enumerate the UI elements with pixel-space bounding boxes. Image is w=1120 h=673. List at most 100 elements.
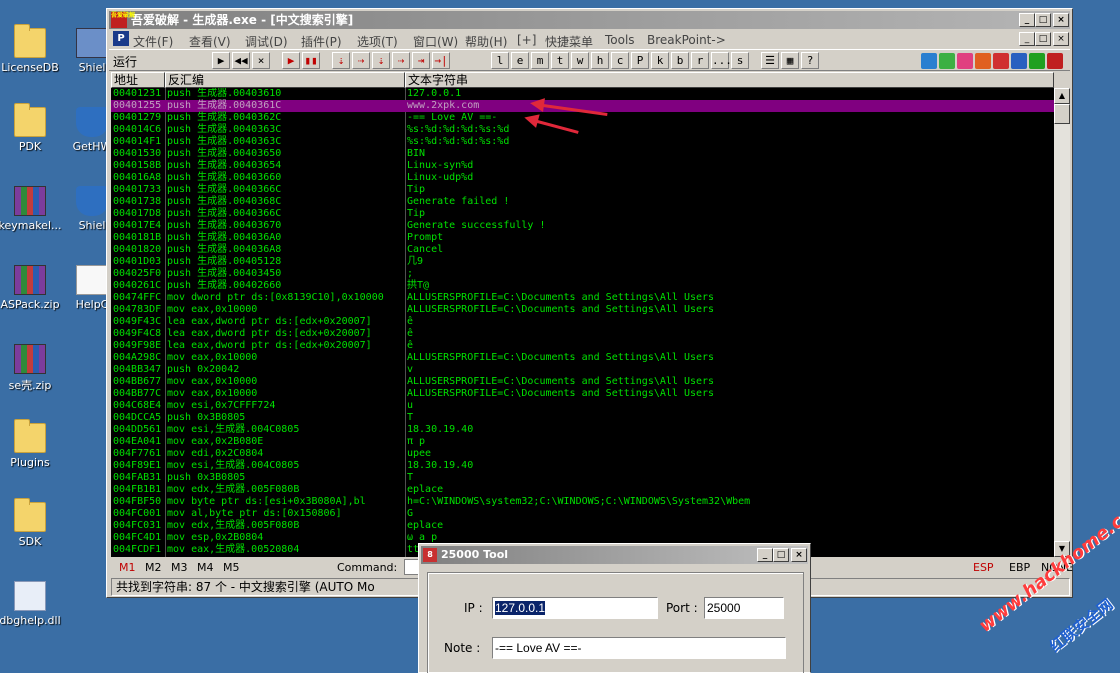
table-row[interactable]: 00401738 push 生成器.0040368C Generate faile…: [111, 196, 1054, 208]
step-over-button[interactable]: ⇢: [352, 52, 370, 69]
menu-item[interactable]: 查看(V): [189, 33, 231, 50]
table-row[interactable]: 0049F4C8 lea eax,dword ptr ds:[edx+0x2000…: [111, 328, 1054, 340]
plugin-8-icon[interactable]: [1047, 53, 1063, 69]
pause-button[interactable]: ▮▮: [302, 52, 320, 69]
desktop-icon[interactable]: SDK: [0, 498, 62, 548]
dialog-title-bar[interactable]: 8 25000 Tool _ □ ×: [421, 546, 808, 564]
cpu-button[interactable]: c: [611, 52, 629, 69]
column-header[interactable]: 文本字符串: [405, 72, 1054, 88]
menu-app-icon[interactable]: P: [113, 31, 129, 46]
view-list-button[interactable]: ☰: [761, 52, 779, 69]
mdi-minimize-button[interactable]: _: [1019, 32, 1035, 46]
desktop-icon[interactable]: PDK: [0, 103, 62, 153]
title-bar[interactable]: 吾爱破解 吾爱破解 - 生成器.exe - [中文搜索引擎] _ □ ×: [109, 11, 1070, 29]
table-row[interactable]: 004FAB31 push 0x3B0805 T: [111, 472, 1054, 484]
desktop-icon[interactable]: Plugins: [0, 419, 62, 469]
plugin-1-icon[interactable]: [921, 53, 937, 69]
desktop-icon[interactable]: ASPack.zip: [0, 265, 62, 311]
table-row[interactable]: 004BB77C mov eax,0x10000 ALLUSERSPROFILE=C…: [111, 388, 1054, 400]
close-window-button[interactable]: ×: [1053, 13, 1069, 27]
table-row[interactable]: 004FC031 mov edx,生成器.005F080B eplace: [111, 520, 1054, 532]
table-row[interactable]: 00401733 push 生成器.0040366C Tip: [111, 184, 1054, 196]
minimize-button[interactable]: _: [1019, 13, 1035, 27]
source-button[interactable]: s: [731, 52, 749, 69]
table-row[interactable]: 0040158B push 生成器.00403654 Linux-syn%d: [111, 160, 1054, 172]
menu-item[interactable]: 插件(P): [301, 33, 342, 50]
desktop-icon[interactable]: LicenseDB: [0, 24, 62, 74]
m3-tab[interactable]: M3: [171, 561, 188, 574]
ip-input[interactable]: 127.0.0.1: [492, 597, 658, 619]
menu-item[interactable]: BreakPoint->: [647, 33, 726, 47]
call-stack-button[interactable]: k: [651, 52, 669, 69]
mdi-close-button[interactable]: ×: [1053, 32, 1069, 46]
port-input[interactable]: 25000: [704, 597, 784, 619]
esp-label[interactable]: ESP: [973, 561, 994, 574]
desktop-icon[interactable]: dbghelp.dll: [0, 581, 62, 627]
table-row[interactable]: 004F7761 mov edi,0x2C0804 upee: [111, 448, 1054, 460]
trace-into-button[interactable]: ⇣: [372, 52, 390, 69]
menu-item[interactable]: 快捷菜单: [545, 33, 593, 50]
scroll-up-arrow-icon[interactable]: ▲: [1054, 88, 1070, 104]
table-row[interactable]: 004014F1 push 生成器.0040363C %s:%d:%d:%d:%s:…: [111, 136, 1054, 148]
dialog-close-button[interactable]: ×: [791, 548, 807, 562]
note-input[interactable]: -== Love AV ==-: [492, 637, 786, 659]
table-row[interactable]: 004DD561 mov esi,生成器.004C0805 18.30.19.40: [111, 424, 1054, 436]
menu-item[interactable]: 窗口(W): [413, 33, 458, 50]
column-header[interactable]: 反汇编: [165, 72, 405, 88]
run-button[interactable]: ▶: [282, 52, 300, 69]
m1-tab[interactable]: M1: [119, 561, 136, 574]
table-row[interactable]: 00401279 push 生成器.0040362C -== Love AV ==-: [111, 112, 1054, 124]
table-row[interactable]: 0040261C push 生成器.00402660 拱T@: [111, 280, 1054, 292]
table-row[interactable]: 004FBF50 mov byte ptr ds:[esi+0x3B080A],b…: [111, 496, 1054, 508]
table-row[interactable]: 004017E4 push 生成器.00403670 Generate succe…: [111, 220, 1054, 232]
table-row[interactable]: 004BB677 mov eax,0x10000 ALLUSERSPROFILE=C…: [111, 376, 1054, 388]
close-button[interactable]: ×: [252, 52, 270, 69]
table-row[interactable]: 004F89E1 mov esi,生成器.004C0805 18.30.19.40: [111, 460, 1054, 472]
desktop-icon[interactable]: se壳.zip: [0, 344, 62, 393]
menu-item[interactable]: [+]: [517, 33, 536, 47]
table-row[interactable]: 004016A8 push 生成器.00403660 Linux-udp%d: [111, 172, 1054, 184]
table-row[interactable]: 004017D8 push 生成器.0040366C Tip: [111, 208, 1054, 220]
m5-tab[interactable]: M5: [223, 561, 240, 574]
maximize-button[interactable]: □: [1035, 13, 1051, 27]
vertical-scrollbar[interactable]: ▲ ▼: [1054, 88, 1070, 557]
goto-button[interactable]: →|: [432, 52, 450, 69]
help-button[interactable]: ?: [801, 52, 819, 69]
trace-over-button[interactable]: ⇢: [392, 52, 410, 69]
breakpoints-button[interactable]: b: [671, 52, 689, 69]
table-row[interactable]: 004EA041 mov eax,0x2B080E π p: [111, 436, 1054, 448]
plugin-4-icon[interactable]: [975, 53, 991, 69]
table-row[interactable]: 00474FFC mov dword ptr ds:[0x8139C10],0x1…: [111, 292, 1054, 304]
plugin-7-icon[interactable]: [1029, 53, 1045, 69]
memory-button[interactable]: m: [531, 52, 549, 69]
step-into-button[interactable]: ⇣: [332, 52, 350, 69]
patches-button[interactable]: P: [631, 52, 649, 69]
plugin-3-icon[interactable]: [957, 53, 973, 69]
table-row[interactable]: 004FB1B1 mov edx,生成器.005F080B eplace: [111, 484, 1054, 496]
windows-button[interactable]: w: [571, 52, 589, 69]
table-row[interactable]: 004A298C mov eax,0x10000 ALLUSERSPROFILE=C…: [111, 352, 1054, 364]
menu-item[interactable]: 帮助(H): [465, 33, 507, 50]
table-row[interactable]: 004DCCA5 push 0x3B0805 T: [111, 412, 1054, 424]
table-row[interactable]: 004014C6 push 生成器.0040363C %s:%d:%d:%d:%s:…: [111, 124, 1054, 136]
table-row[interactable]: 00401820 push 生成器.004036A8 Cancel: [111, 244, 1054, 256]
plugin-6-icon[interactable]: [1011, 53, 1027, 69]
desktop-icon[interactable]: keymakel...: [0, 186, 62, 232]
column-header[interactable]: 地址: [111, 72, 165, 88]
string-listing[interactable]: 00401231 push 生成器.00403610 127.0.0.1 004012…: [111, 88, 1054, 557]
execute-till-return-button[interactable]: ⇥: [412, 52, 430, 69]
table-row[interactable]: 004783DF mov eax,0x10000 ALLUSERSPROFILE=C…: [111, 304, 1054, 316]
dialog-maximize-button[interactable]: □: [773, 548, 789, 562]
threads-button[interactable]: t: [551, 52, 569, 69]
ebp-label[interactable]: EBP: [1009, 561, 1030, 574]
handles-button[interactable]: h: [591, 52, 609, 69]
table-row[interactable]: 00401530 push 生成器.00403650 BIN: [111, 148, 1054, 160]
view-grid-button[interactable]: ▦: [781, 52, 799, 69]
table-row[interactable]: 004C68E4 mov esi,0x7CFFF724 u: [111, 400, 1054, 412]
menu-item[interactable]: 调试(D): [245, 33, 288, 50]
modules-button[interactable]: e: [511, 52, 529, 69]
m4-tab[interactable]: M4: [197, 561, 214, 574]
menu-item[interactable]: 选项(T): [357, 33, 398, 50]
menu-item[interactable]: Tools: [605, 33, 635, 47]
m2-tab[interactable]: M2: [145, 561, 162, 574]
